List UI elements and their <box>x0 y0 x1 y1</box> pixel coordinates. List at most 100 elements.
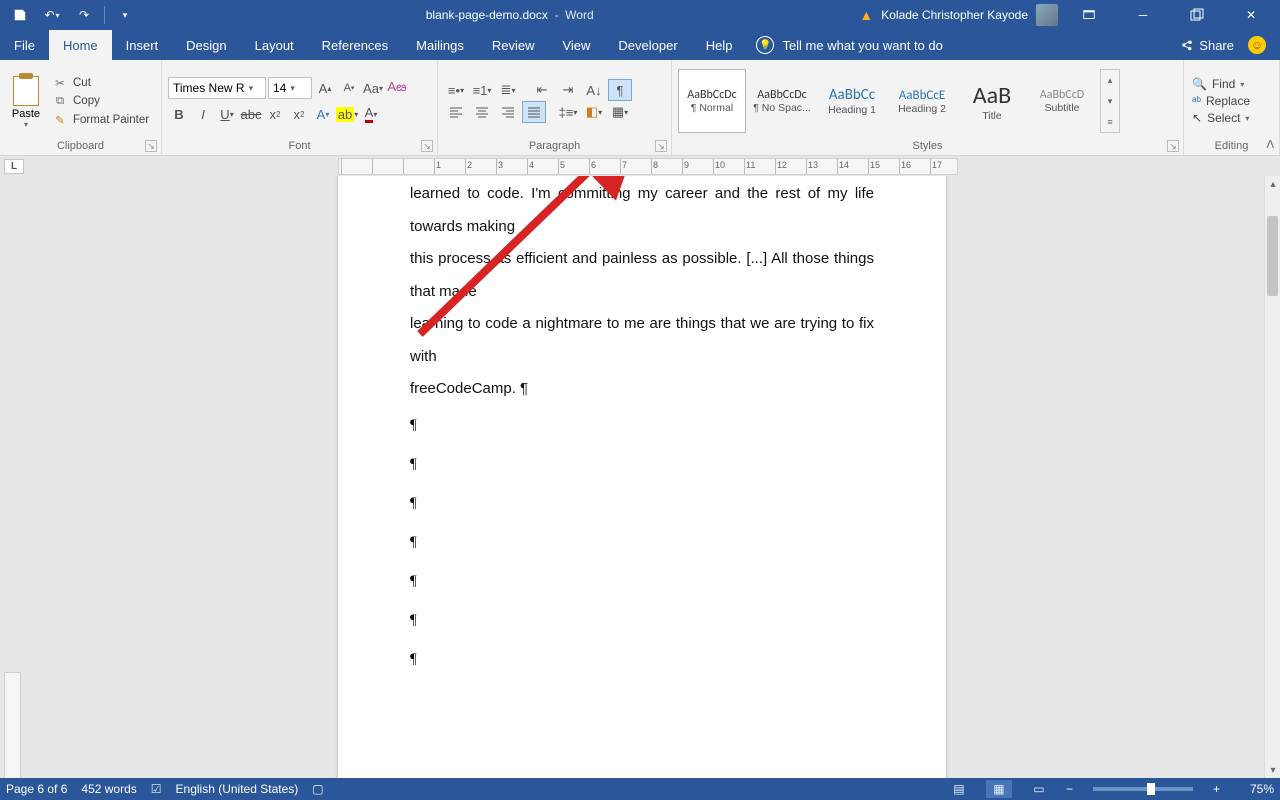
zoom-level[interactable]: 75% <box>1234 782 1274 796</box>
decrease-font-size-button[interactable]: A▾ <box>338 77 360 99</box>
subscript-button[interactable]: x2 <box>264 103 286 125</box>
collapse-ribbon-button[interactable]: ᐱ <box>1266 138 1274 151</box>
tab-help[interactable]: Help <box>692 30 747 60</box>
increase-font-size-button[interactable]: A▴ <box>314 77 336 99</box>
clipboard-launcher[interactable]: ↘ <box>145 140 157 152</box>
select-button[interactable]: ↖Select▾ <box>1190 111 1252 125</box>
highlight-button[interactable]: ab▾ <box>336 103 358 125</box>
bullets-button[interactable]: ≡•▾ <box>444 79 468 101</box>
tab-references[interactable]: References <box>308 30 402 60</box>
align-right-button[interactable] <box>496 101 520 123</box>
line-spacing-button[interactable]: ‡≡▾ <box>556 101 580 123</box>
language-indicator[interactable]: English (United States) <box>176 782 299 796</box>
tab-review[interactable]: Review <box>478 30 549 60</box>
page-indicator[interactable]: Page 6 of 6 <box>6 782 67 796</box>
save-button[interactable] <box>8 3 32 27</box>
empty-paragraph[interactable]: ¶ <box>338 484 946 523</box>
share-button[interactable]: Share <box>1180 38 1234 53</box>
ribbon-display-options-button[interactable] <box>1066 0 1112 30</box>
undo-button[interactable]: ↶▾ <box>40 3 64 27</box>
empty-paragraph[interactable]: ¶ <box>338 445 946 484</box>
zoom-out-button[interactable]: − <box>1066 782 1073 796</box>
decrease-indent-button[interactable]: ⇤ <box>530 79 554 101</box>
web-layout-button[interactable]: ▭ <box>1026 780 1052 798</box>
vertical-ruler[interactable] <box>4 672 21 778</box>
scrollbar-thumb[interactable] <box>1267 216 1278 296</box>
multilevel-list-button[interactable]: ≣▾ <box>496 79 520 101</box>
underline-button[interactable]: U▾ <box>216 103 238 125</box>
zoom-slider[interactable] <box>1093 787 1193 791</box>
justify-button[interactable] <box>522 101 546 123</box>
styles-expand[interactable]: ▴▾≡ <box>1100 69 1120 133</box>
print-layout-button[interactable]: ▦ <box>986 780 1012 798</box>
empty-paragraph[interactable]: ¶ <box>338 562 946 601</box>
change-case-button[interactable]: Aa▾ <box>362 77 384 99</box>
tab-insert[interactable]: Insert <box>112 30 173 60</box>
tab-mailings[interactable]: Mailings <box>402 30 478 60</box>
font-launcher[interactable]: ↘ <box>421 140 433 152</box>
sort-button[interactable]: A↓ <box>582 79 606 101</box>
empty-paragraph[interactable]: ¶ <box>338 601 946 640</box>
replace-button[interactable]: ᵃᵇReplace <box>1190 94 1252 108</box>
style-heading1[interactable]: AaBbCcHeading 1 <box>818 69 886 133</box>
redo-button[interactable]: ↷ <box>72 3 96 27</box>
empty-paragraph[interactable]: ¶ <box>338 640 946 679</box>
scroll-down-arrow[interactable]: ▾ <box>1265 762 1280 778</box>
tab-design[interactable]: Design <box>172 30 240 60</box>
copy-button[interactable]: ⧉Copy <box>50 94 151 109</box>
strikethrough-button[interactable]: abc <box>240 103 262 125</box>
tell-me-search[interactable]: 💡 Tell me what you want to do <box>756 30 942 60</box>
tab-file[interactable]: File <box>0 30 49 60</box>
macro-recording-icon[interactable]: ▢ <box>312 782 323 796</box>
document-text[interactable]: learned to code. I'm committing my caree… <box>338 178 946 406</box>
superscript-button[interactable]: x2 <box>288 103 310 125</box>
read-mode-button[interactable]: ▤ <box>946 780 972 798</box>
qat-customize-button[interactable]: ▾ <box>113 3 137 27</box>
tab-selector[interactable]: L <box>4 159 24 174</box>
vertical-scrollbar[interactable]: ▴ ▾ <box>1264 176 1280 778</box>
italic-button[interactable]: I <box>192 103 214 125</box>
zoom-in-button[interactable]: + <box>1213 782 1220 796</box>
text-effects-button[interactable]: A▾ <box>312 103 334 125</box>
scroll-up-arrow[interactable]: ▴ <box>1265 176 1280 192</box>
tab-home[interactable]: Home <box>49 30 112 60</box>
zoom-slider-knob[interactable] <box>1147 783 1155 795</box>
style-normal[interactable]: AaBbCcDc¶ Normal <box>678 69 746 133</box>
tab-view[interactable]: View <box>548 30 604 60</box>
horizontal-ruler[interactable]: 12345678910111213141516171819 <box>338 158 958 175</box>
empty-paragraph[interactable]: ¶ <box>338 523 946 562</box>
show-hide-pilcrow-button[interactable]: ¶ <box>608 79 632 101</box>
numbering-button[interactable]: ≡1▾ <box>470 79 494 101</box>
style-heading2[interactable]: AaBbCcEHeading 2 <box>888 69 956 133</box>
minimize-button[interactable]: ─ <box>1120 0 1166 30</box>
paragraph-launcher[interactable]: ↘ <box>655 140 667 152</box>
font-color-button[interactable]: A▾ <box>360 103 382 125</box>
cut-button[interactable]: ✂Cut <box>50 75 151 91</box>
font-name-combo[interactable]: Times New R▾ <box>168 77 266 99</box>
close-button[interactable]: ✕ <box>1228 0 1274 30</box>
user-avatar[interactable] <box>1036 4 1058 26</box>
maximize-button[interactable] <box>1174 0 1220 30</box>
document-viewport[interactable]: learned to code. I'm committing my caree… <box>0 176 1264 778</box>
bold-button[interactable]: B <box>168 103 190 125</box>
borders-button[interactable]: ▦▾ <box>608 101 632 123</box>
document-page[interactable]: learned to code. I'm committing my caree… <box>338 176 946 778</box>
spellcheck-icon[interactable]: ☑ <box>151 782 162 796</box>
paste-button[interactable]: Paste ▾ <box>6 74 46 129</box>
styles-launcher[interactable]: ↘ <box>1167 140 1179 152</box>
align-left-button[interactable] <box>444 101 468 123</box>
feedback-smile-icon[interactable]: ☺ <box>1248 36 1266 54</box>
find-button[interactable]: 🔍Find▾ <box>1190 77 1252 91</box>
empty-paragraph[interactable]: ¶ <box>338 406 946 445</box>
style-subtitle[interactable]: AaBbCcDSubtitle <box>1028 69 1096 133</box>
shading-button[interactable]: ◧▾ <box>582 101 606 123</box>
style-no-spacing[interactable]: AaBbCcDc¶ No Spac... <box>748 69 816 133</box>
tab-developer[interactable]: Developer <box>604 30 691 60</box>
clear-formatting-button[interactable]: Aఴ <box>386 77 408 99</box>
word-count[interactable]: 452 words <box>81 782 136 796</box>
align-center-button[interactable] <box>470 101 494 123</box>
tab-layout[interactable]: Layout <box>241 30 308 60</box>
style-title[interactable]: AaBTitle <box>958 69 1026 133</box>
increase-indent-button[interactable]: ⇥ <box>556 79 580 101</box>
format-painter-button[interactable]: ✎Format Painter <box>50 112 151 128</box>
